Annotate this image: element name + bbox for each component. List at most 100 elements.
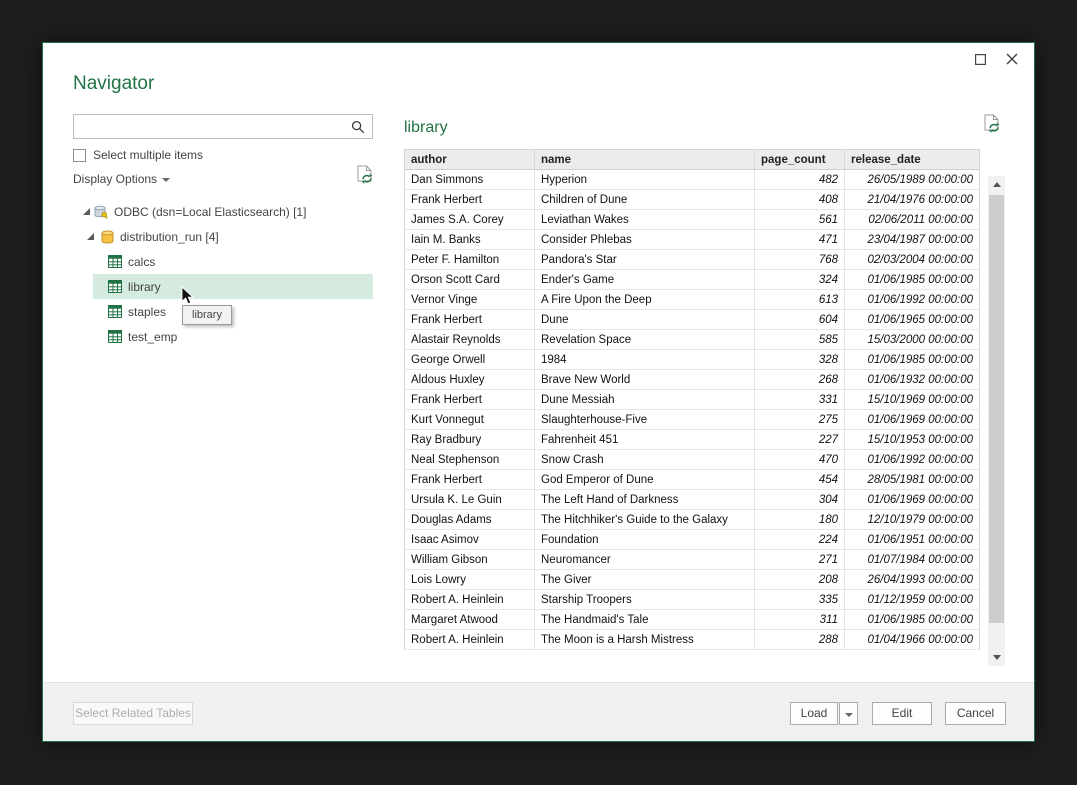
close-button[interactable]: [1004, 51, 1020, 67]
tree-item-body[interactable]: distribution_run [4]: [93, 224, 373, 249]
tree-item-label: ODBC (dsn=Local Elasticsearch) [1]: [114, 205, 306, 219]
cell-page_count: 311: [755, 610, 845, 630]
select-related-tables-button[interactable]: Select Related Tables: [73, 702, 193, 725]
table-row: Robert A. HeinleinThe Moon is a Harsh Mi…: [405, 630, 980, 650]
cell-release_date: 01/06/1985 00:00:00: [845, 610, 980, 630]
tree-item-test-emp[interactable]: test_emp: [81, 324, 373, 349]
cell-name: A Fire Upon the Deep: [535, 290, 755, 310]
tree-item-body[interactable]: library: [93, 274, 373, 299]
tree-item-calcs[interactable]: calcs: [81, 249, 373, 274]
table-row: Peter F. HamiltonPandora's Star76802/03/…: [405, 250, 980, 270]
expand-toggle-icon[interactable]: [87, 233, 94, 240]
table-row: Frank HerbertDune60401/06/1965 00:00:00: [405, 310, 980, 330]
cell-page_count: 268: [755, 370, 845, 390]
chevron-down-icon: [162, 178, 170, 182]
cell-name: Starship Troopers: [535, 590, 755, 610]
table-row: Lois LowryThe Giver20826/04/1993 00:00:0…: [405, 570, 980, 590]
page-title: Navigator: [73, 73, 154, 95]
table-row: Ursula K. Le GuinThe Left Hand of Darkne…: [405, 490, 980, 510]
cell-name: Consider Phlebas: [535, 230, 755, 250]
cell-release_date: 01/06/1985 00:00:00: [845, 270, 980, 290]
cell-author: George Orwell: [405, 350, 535, 370]
display-options-dropdown[interactable]: Display Options: [73, 172, 170, 186]
cell-release_date: 21/04/1976 00:00:00: [845, 190, 980, 210]
cell-name: Pandora's Star: [535, 250, 755, 270]
load-button[interactable]: Load: [790, 702, 838, 725]
cell-name: Brave New World: [535, 370, 755, 390]
expand-toggle-icon[interactable]: [83, 208, 90, 215]
cell-author: Ray Bradbury: [405, 430, 535, 450]
cell-release_date: 26/04/1993 00:00:00: [845, 570, 980, 590]
cell-author: Aldous Huxley: [405, 370, 535, 390]
refresh-tree-icon[interactable]: [357, 165, 374, 188]
tree-item-body[interactable]: ODBC (dsn=Local Elasticsearch) [1]: [93, 199, 373, 224]
load-dropdown-button[interactable]: [839, 702, 858, 725]
tree-item-body[interactable]: test_emp: [93, 324, 373, 349]
cell-author: Frank Herbert: [405, 470, 535, 490]
column-header-release_date: release_date: [845, 150, 980, 170]
cell-author: Robert A. Heinlein: [405, 590, 535, 610]
scroll-up-icon[interactable]: [988, 176, 1005, 193]
vertical-scrollbar[interactable]: [988, 176, 1005, 666]
cell-release_date: 01/06/1965 00:00:00: [845, 310, 980, 330]
cell-page_count: 331: [755, 390, 845, 410]
tree-item-distribution-run-4[interactable]: distribution_run [4]: [81, 224, 373, 249]
table-row: Frank HerbertDune Messiah33115/10/1969 0…: [405, 390, 980, 410]
window-controls: [972, 51, 1020, 67]
table-row: Iain M. BanksConsider Phlebas47123/04/19…: [405, 230, 980, 250]
database-icon: [101, 230, 114, 244]
cell-author: Lois Lowry: [405, 570, 535, 590]
select-multiple-items[interactable]: Select multiple items: [73, 148, 203, 162]
table-row: Robert A. HeinleinStarship Troopers33501…: [405, 590, 980, 610]
cell-name: Hyperion: [535, 170, 755, 190]
tree-item-odbc-dsn-local-elasticsearch-1[interactable]: ODBC (dsn=Local Elasticsearch) [1]: [81, 199, 373, 224]
select-multiple-checkbox[interactable]: [73, 149, 86, 162]
tree-item-body[interactable]: staples: [93, 299, 373, 324]
cell-page_count: 304: [755, 490, 845, 510]
table-row: Kurt VonnegutSlaughterhouse-Five27501/06…: [405, 410, 980, 430]
cell-page_count: 288: [755, 630, 845, 650]
preview-table-wrap: authornamepage_countrelease_date Dan Sim…: [404, 149, 979, 650]
table-row: Isaac AsimovFoundation22401/06/1951 00:0…: [405, 530, 980, 550]
table-row: George Orwell198432801/06/1985 00:00:00: [405, 350, 980, 370]
tree-item-body[interactable]: calcs: [93, 249, 373, 274]
footer: Select Related Tables Load Edit Cancel: [43, 682, 1034, 741]
table-row: Douglas AdamsThe Hitchhiker's Guide to t…: [405, 510, 980, 530]
cell-page_count: 208: [755, 570, 845, 590]
cell-author: Ursula K. Le Guin: [405, 490, 535, 510]
search-input[interactable]: [74, 115, 344, 138]
cell-author: Margaret Atwood: [405, 610, 535, 630]
tree-item-label: staples: [128, 305, 166, 319]
cell-page_count: 482: [755, 170, 845, 190]
search-icon[interactable]: [344, 115, 372, 138]
cell-release_date: 01/07/1984 00:00:00: [845, 550, 980, 570]
tree-item-label: test_emp: [128, 330, 177, 344]
table-row: Margaret AtwoodThe Handmaid's Tale31101/…: [405, 610, 980, 630]
cell-name: Foundation: [535, 530, 755, 550]
scroll-down-icon[interactable]: [988, 649, 1005, 666]
cell-release_date: 01/04/1966 00:00:00: [845, 630, 980, 650]
tree-item-label: library: [128, 280, 161, 294]
cell-name: Dune: [535, 310, 755, 330]
table-icon: [108, 280, 122, 293]
chevron-down-icon: [845, 713, 853, 717]
table-row: Orson Scott CardEnder's Game32401/06/198…: [405, 270, 980, 290]
cell-author: William Gibson: [405, 550, 535, 570]
cancel-button[interactable]: Cancel: [945, 702, 1006, 725]
tree-item-library[interactable]: library: [81, 274, 373, 299]
table-icon: [108, 330, 122, 343]
cell-author: Orson Scott Card: [405, 270, 535, 290]
refresh-preview-icon[interactable]: [984, 114, 1001, 137]
cell-page_count: 561: [755, 210, 845, 230]
desktop-background: { "colors": { "accent": "#217346", "sele…: [0, 0, 1077, 785]
preview-table: authornamepage_countrelease_date Dan Sim…: [404, 149, 980, 650]
cell-name: Slaughterhouse-Five: [535, 410, 755, 430]
cell-author: Alastair Reynolds: [405, 330, 535, 350]
maximize-button[interactable]: [972, 51, 988, 67]
cell-release_date: 15/03/2000 00:00:00: [845, 330, 980, 350]
cell-name: God Emperor of Dune: [535, 470, 755, 490]
scrollbar-thumb[interactable]: [989, 195, 1004, 623]
cell-author: James S.A. Corey: [405, 210, 535, 230]
edit-button[interactable]: Edit: [872, 702, 932, 725]
cell-author: Robert A. Heinlein: [405, 630, 535, 650]
